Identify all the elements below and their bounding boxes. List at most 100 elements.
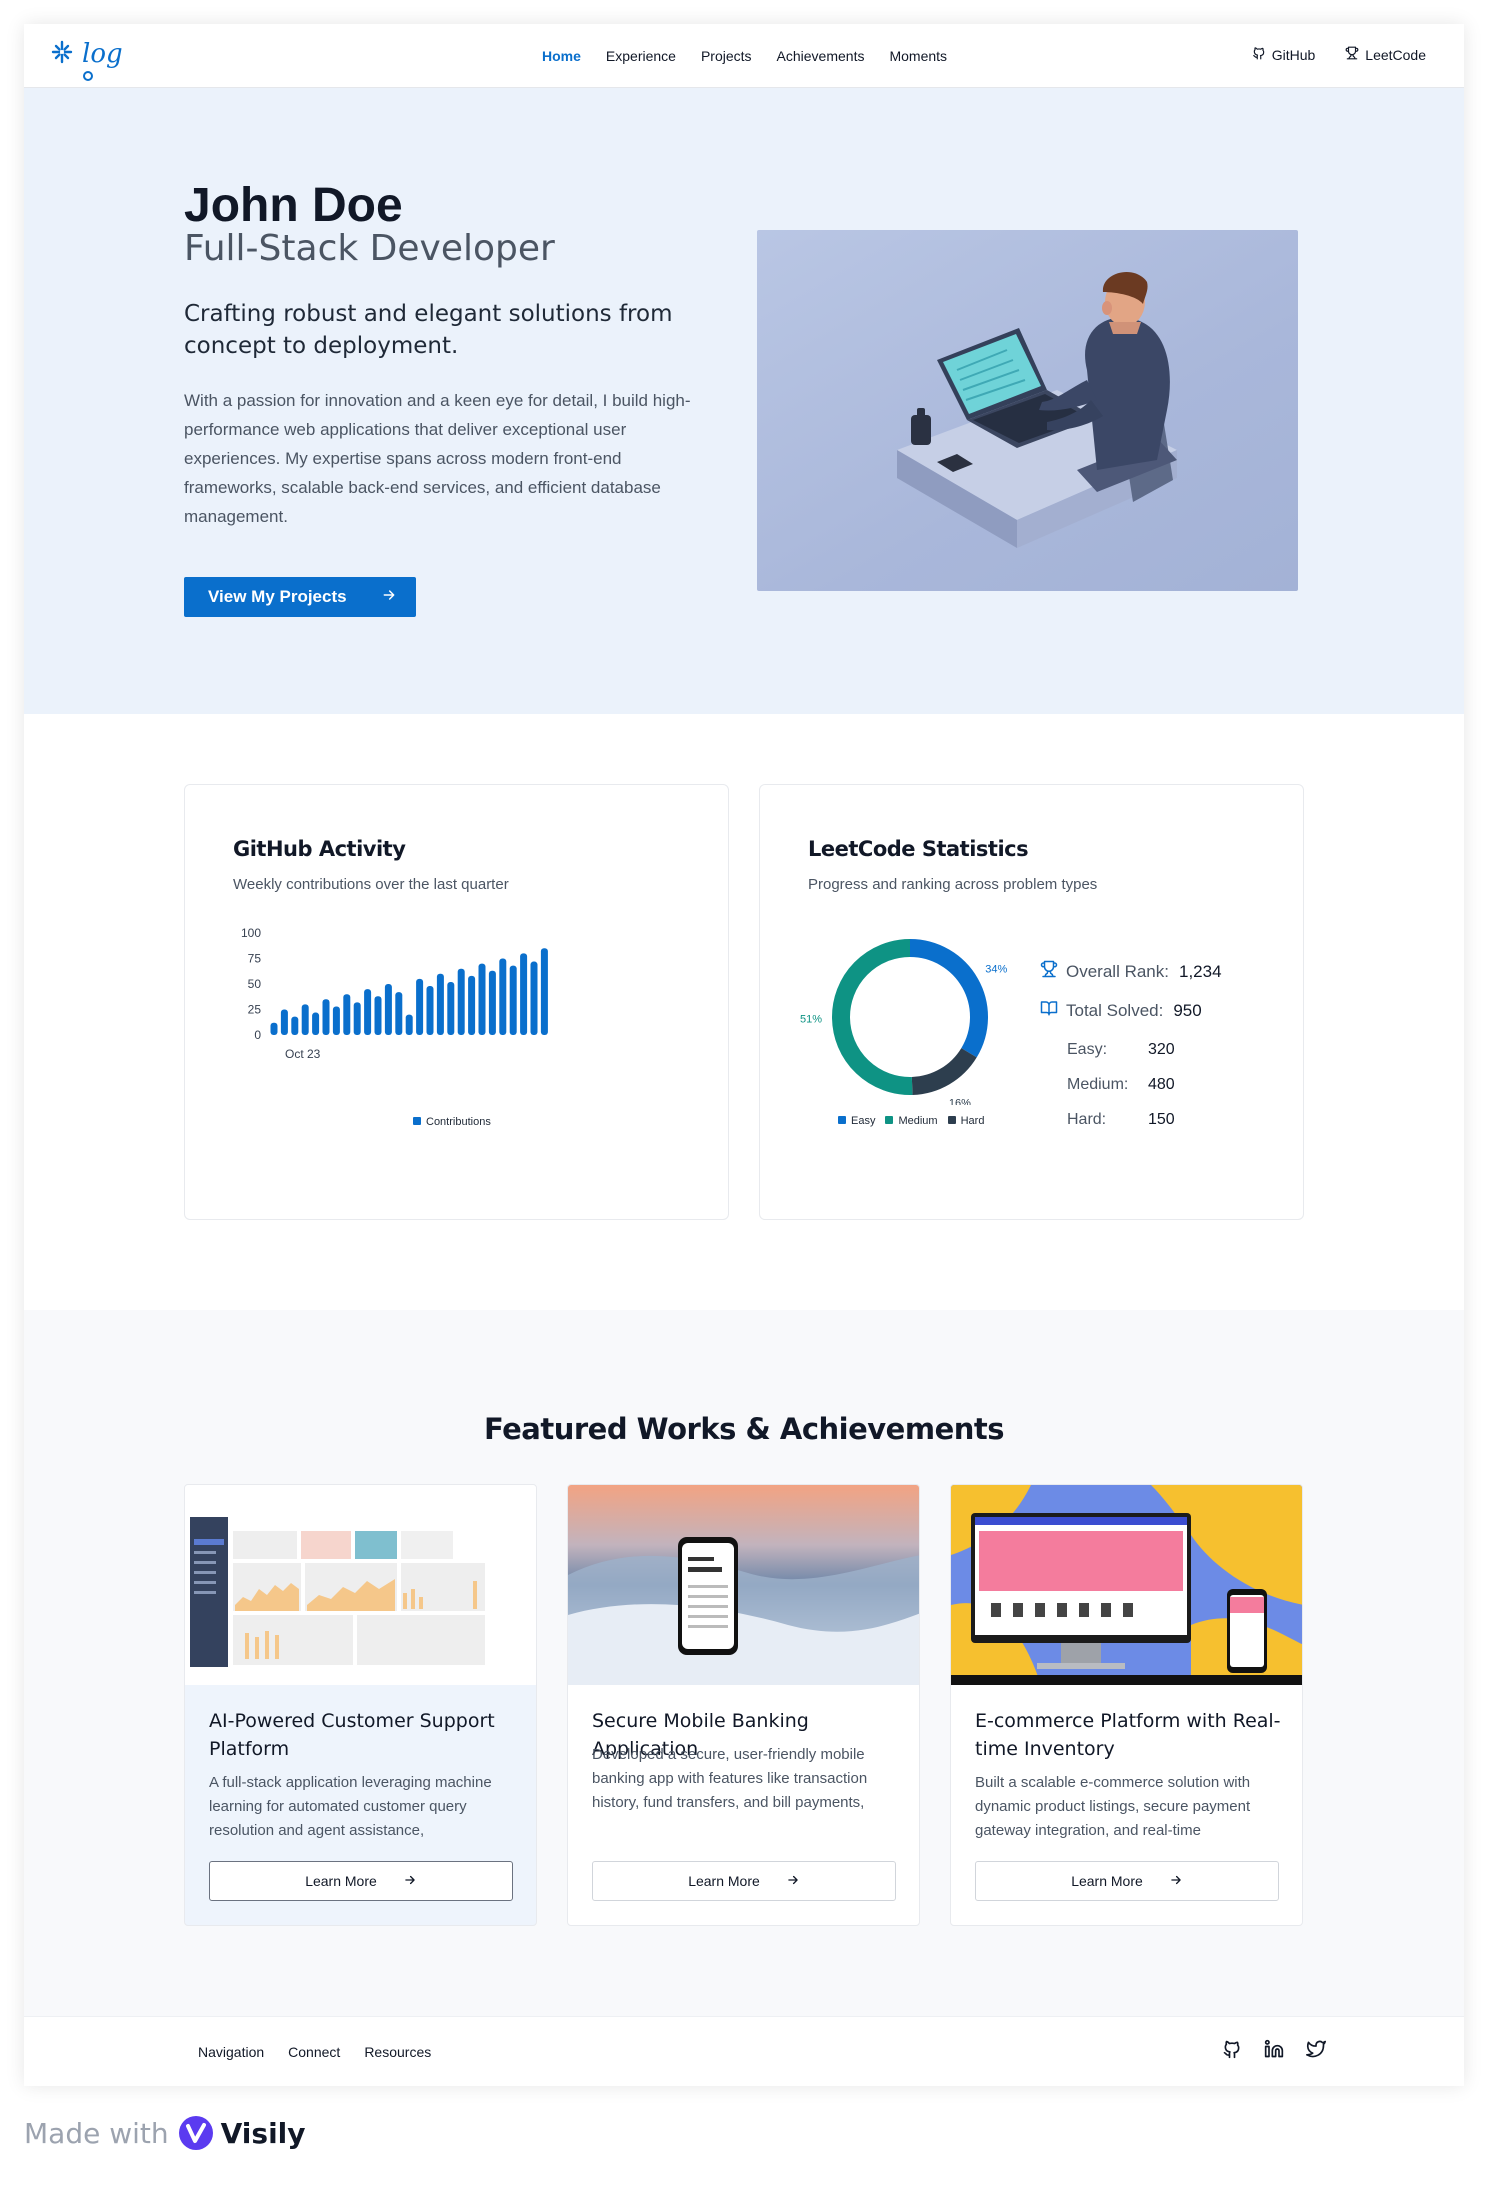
overall-rank-value: 1,234 (1178, 961, 1222, 981)
logo[interactable]: log (48, 34, 128, 84)
x-tick-label: Oct 23 (285, 1047, 321, 1061)
easy-value: 320 (1148, 1041, 1175, 1058)
contribution-bar (478, 963, 486, 1035)
nav-leetcode-label: LeetCode (1365, 46, 1426, 63)
made-with-brand: Visily (220, 2116, 306, 2150)
made-with-badge[interactable]: Made with Visily (24, 2116, 306, 2150)
legend-hard: Hard (947, 1115, 985, 1127)
hard-label: Hard: (1067, 1111, 1107, 1128)
work-title: AI-Powered Customer Support Platform (209, 1710, 495, 1760)
footer-resources-link[interactable]: Resources (364, 2044, 431, 2060)
donut-slice-medium (832, 939, 913, 1095)
leetcode-donut-chart: 34% 16% 51% (800, 939, 1007, 1105)
contribution-bar (509, 965, 517, 1035)
contribution-bar (364, 989, 372, 1035)
github-card-subtitle: Weekly contributions over the last quart… (233, 876, 509, 893)
view-projects-button[interactable]: View My Projects (184, 577, 416, 617)
contribution-bar (457, 968, 465, 1035)
nav-experience[interactable]: Experience (606, 48, 676, 64)
nav-github-link[interactable]: GitHub (1252, 46, 1315, 63)
contribution-bar (540, 948, 548, 1035)
contribution-bar (270, 1022, 278, 1035)
contribution-bar (436, 973, 444, 1035)
work-description: A full-stack application leveraging mach… (209, 1774, 492, 1839)
nav-achievements[interactable]: Achievements (777, 48, 865, 64)
hero-tagline: Crafting robust and elegant solutions fr… (184, 301, 673, 359)
nav-leetcode-link[interactable]: LeetCode (1345, 46, 1426, 63)
contribution-bar (291, 1016, 299, 1035)
legend-hard-label: Hard (960, 1115, 985, 1127)
donut-slice-easy (909, 939, 988, 1058)
total-solved-label: Total Solved: (1066, 1000, 1164, 1020)
arrow-right-icon (403, 1873, 417, 1890)
nav-home[interactable]: Home (542, 48, 581, 64)
slice-value-label: 51% (800, 1014, 822, 1026)
work-card-ecommerce[interactable]: E-commerce Platform with Real-time Inven… (950, 1484, 1303, 1926)
y-tick-label: 25 (248, 1003, 262, 1017)
work-thumbnail-dashboard (185, 1485, 536, 1685)
trophy-icon (1040, 960, 1058, 983)
linkedin-icon[interactable] (1264, 2039, 1284, 2064)
contribution-bar (374, 996, 382, 1035)
github-icon[interactable] (1222, 2039, 1242, 2064)
legend-easy: Easy (838, 1115, 875, 1127)
contribution-bar (488, 970, 496, 1035)
y-tick-label: 0 (254, 1028, 261, 1042)
work-description: Built a scalable e-commerce solution wit… (975, 1774, 1251, 1839)
learn-more-button[interactable]: Learn More (592, 1861, 896, 1901)
contribution-bar (447, 981, 455, 1035)
work-thumbnail-ecommerce (951, 1485, 1302, 1685)
footer-navigation-link[interactable]: Navigation (198, 2044, 264, 2060)
leetcode-chart-legend: Easy Medium Hard (838, 1115, 984, 1127)
medium-row: Medium: 480 (1067, 1076, 1175, 1094)
hero-illustration (757, 230, 1298, 591)
main-nav: Home Experience Projects Achievements Mo… (542, 48, 947, 64)
learn-more-button[interactable]: Learn More (209, 1861, 513, 1901)
arrow-right-icon (381, 587, 397, 608)
github-activity-card: GitHub Activity Weekly contributions ove… (184, 784, 729, 1220)
total-solved-value: 950 (1173, 1000, 1202, 1020)
contribution-bar (322, 999, 330, 1035)
visily-logo-icon (178, 2116, 213, 2150)
learn-more-button[interactable]: Learn More (975, 1861, 1279, 1901)
contribution-bar (353, 1002, 361, 1035)
nav-moments[interactable]: Moments (889, 48, 947, 64)
github-chart-legend: Contributions (413, 1116, 491, 1128)
footer-connect-link[interactable]: Connect (288, 2044, 340, 2060)
featured-section: Featured Works & Achievements AI-Powered… (24, 1310, 1464, 2016)
learn-more-label: Learn More (1071, 1873, 1143, 1889)
work-title: E-commerce Platform with Real-time Inven… (975, 1710, 1281, 1760)
work-card-ai-support[interactable]: AI-Powered Customer Support Platform A f… (184, 1484, 537, 1926)
slice-value-label: 16% (949, 1097, 971, 1105)
hard-value: 150 (1148, 1111, 1175, 1128)
contribution-bar (384, 984, 392, 1035)
y-tick-label: 50 (248, 977, 262, 991)
y-tick-label: 75 (248, 952, 262, 966)
legend-easy-label: Easy (851, 1115, 876, 1127)
view-projects-label: View My Projects (208, 587, 347, 606)
learn-more-label: Learn More (688, 1873, 760, 1889)
featured-title: Featured Works & Achievements (483, 1412, 1005, 1446)
github-bar-chart: 0 25 50 75 100 Oct 23 (241, 926, 548, 1061)
work-card-mobile-banking[interactable]: Secure Mobile Banking Application Develo… (567, 1484, 920, 1926)
arrow-right-icon (1169, 1873, 1183, 1890)
leetcode-card-title: LeetCode Statistics (808, 837, 1029, 861)
contribution-bar (343, 994, 351, 1035)
nav-external-links: GitHub LeetCode (1252, 46, 1426, 63)
hero-name: John Doe (184, 179, 403, 232)
donut-slice-hard (911, 1047, 977, 1095)
work-thumbnail-phone (568, 1485, 919, 1685)
contribution-bar (426, 986, 434, 1035)
logo-text: log (82, 39, 123, 69)
contribution-bar (520, 953, 528, 1035)
github-card-title: GitHub Activity (233, 837, 406, 861)
contribution-bar (499, 958, 507, 1035)
learn-more-label: Learn More (305, 1873, 377, 1889)
nav-projects[interactable]: Projects (701, 48, 752, 64)
contribution-bar (301, 1004, 309, 1035)
overall-rank-label: Overall Rank: (1066, 961, 1169, 981)
twitter-icon[interactable] (1306, 2039, 1326, 2064)
footer-links: Navigation Connect Resources (198, 2044, 431, 2060)
slice-value-label: 34% (985, 963, 1007, 975)
contribution-bar (468, 975, 476, 1035)
